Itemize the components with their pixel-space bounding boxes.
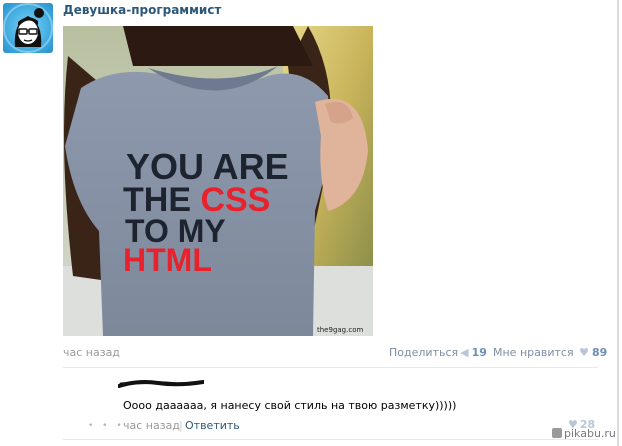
heart-icon: ♥ <box>579 346 589 359</box>
post-author-link[interactable]: Девушка-программист <box>63 3 221 17</box>
photo-watermark: the9gag.com <box>317 326 363 334</box>
avatar[interactable] <box>3 3 53 53</box>
comment-time[interactable]: час назад <box>123 419 180 432</box>
share-button[interactable]: Поделиться ◀ 19 <box>389 346 487 359</box>
like-label: Мне нравится <box>493 346 574 359</box>
divider <box>63 439 598 440</box>
share-count: 19 <box>471 346 487 359</box>
watermark-text: pikabu.ru <box>564 427 616 440</box>
post-time[interactable]: час назад <box>63 346 120 359</box>
shirt-line-4: HTML <box>123 242 212 278</box>
pikabu-icon <box>552 428 562 438</box>
megaphone-icon: ◀ <box>460 346 469 359</box>
post-photo[interactable]: YOU ARE THE CSS TO MY HTML the9gag.com <box>63 26 373 336</box>
photo-image: YOU ARE THE CSS TO MY HTML the9gag.com <box>63 26 373 336</box>
divider <box>63 367 598 368</box>
like-count: 89 <box>591 346 608 359</box>
reply-link[interactable]: Ответить <box>185 419 240 432</box>
window-edge <box>617 0 619 446</box>
comment-separator: | <box>179 419 183 432</box>
comment-dots: • • • <box>88 421 125 431</box>
comment-text: Оооо даааааа, я нанесу свой стиль на тво… <box>123 399 457 412</box>
redacted-name-scribble <box>118 380 204 388</box>
site-watermark: pikabu.ru <box>552 427 616 440</box>
avatar-girl-icon <box>3 3 53 53</box>
share-label: Поделиться <box>389 346 459 359</box>
like-button[interactable]: Мне нравится ♥ 89 <box>493 346 607 359</box>
